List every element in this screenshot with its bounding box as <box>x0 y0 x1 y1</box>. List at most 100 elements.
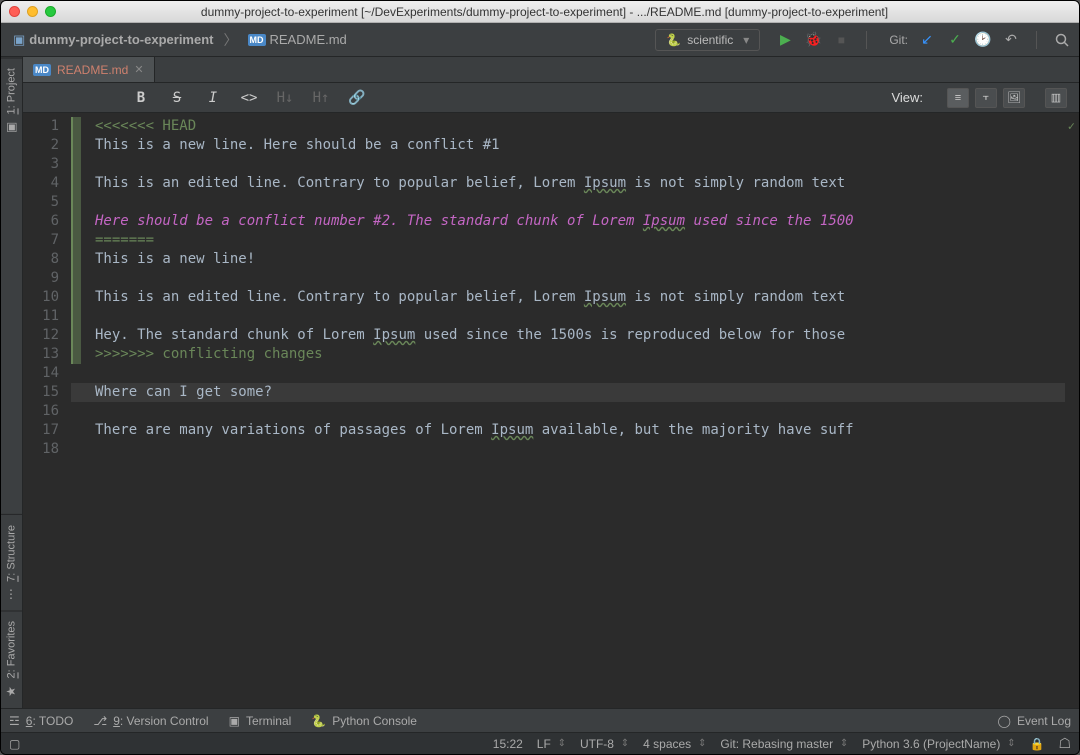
code-line[interactable] <box>71 402 1079 421</box>
event-log-label: Event Log <box>1017 714 1071 728</box>
tool-tab-structure[interactable]: ⋮ 7: Structure <box>1 514 22 610</box>
code-line[interactable]: This is an edited line. Contrary to popu… <box>71 174 1079 193</box>
ide-window: dummy-project-to-experiment [~/DevExperi… <box>0 0 1080 755</box>
search-everywhere-icon[interactable] <box>1053 31 1071 49</box>
code-text: There are many variations of passages of… <box>95 422 854 438</box>
navigation-bar: ▣ dummy-project-to-experiment 〉 MD READM… <box>1 23 1079 57</box>
code-text: Where can I get some? <box>95 384 272 400</box>
code-button[interactable]: <> <box>239 90 259 106</box>
tool-python-console[interactable]: 🐍 Python Console <box>311 714 417 728</box>
change-marker <box>71 288 81 307</box>
debug-button[interactable]: 🐞 <box>804 31 822 49</box>
left-tool-stripe: ▣ 1: Project ⋮ 7: Structure ★ 2: Favorit… <box>1 57 23 708</box>
lock-icon[interactable]: 🔒 <box>1029 737 1044 751</box>
code-line[interactable]: This is a new line. Here should be a con… <box>71 136 1079 155</box>
code-line[interactable] <box>71 155 1079 174</box>
python-icon: 🐍 <box>311 714 326 728</box>
main-area: ▣ 1: Project ⋮ 7: Structure ★ 2: Favorit… <box>1 57 1079 708</box>
tool-todo[interactable]: ☲ 6: TODO <box>9 714 73 728</box>
code-line[interactable] <box>71 440 1079 459</box>
git-commit-icon[interactable]: ✓ <box>946 31 964 49</box>
code-editor[interactable]: 123456789101112131415161718 <<<<<<< HEAD… <box>23 113 1079 708</box>
breadcrumb-file[interactable]: MD README.md <box>244 30 351 49</box>
git-history-icon[interactable]: 🕑 <box>974 31 992 49</box>
inspection-ok-icon: ✓ <box>1068 117 1075 136</box>
separator <box>866 31 867 49</box>
code-line[interactable]: >>>>>>> conflicting changes <box>71 345 1079 364</box>
view-editor-only-button[interactable]: ≡ <box>947 88 969 108</box>
line-separator[interactable]: LF ⇕ <box>537 737 566 751</box>
titlebar: dummy-project-to-experiment [~/DevExperi… <box>1 1 1079 23</box>
view-layout-button[interactable]: ▥ <box>1045 88 1067 108</box>
code-line[interactable]: ======= <box>71 231 1079 250</box>
code-line[interactable]: Here should be a conflict number #2. The… <box>71 212 1079 231</box>
code-line[interactable] <box>71 307 1079 326</box>
change-marker <box>71 174 81 193</box>
tool-version-control[interactable]: ⎇ 9: Version Control <box>93 714 208 728</box>
link-button[interactable]: 🔗 <box>347 90 367 106</box>
header-up-button[interactable]: H↑ <box>311 90 331 106</box>
markdown-file-icon: MD <box>248 34 266 46</box>
indent-info[interactable]: 4 spaces ⇕ <box>643 737 706 751</box>
tab-close-icon[interactable]: ✕ <box>134 63 143 76</box>
line-number: 15 <box>23 383 59 402</box>
project-icon: ▣ <box>5 120 19 134</box>
breadcrumb-project-label: dummy-project-to-experiment <box>29 32 213 47</box>
status-quicklist-icon[interactable]: ▢ <box>9 737 20 751</box>
code-line[interactable] <box>71 364 1079 383</box>
tool-terminal[interactable]: ▣ Terminal <box>229 714 292 728</box>
italic-button[interactable]: I <box>203 90 223 106</box>
editor-tabs: MD README.md ✕ <box>23 57 1079 83</box>
tool-tab-project-label: 1: Project <box>6 68 18 114</box>
code-line[interactable]: Where can I get some? <box>71 383 1079 402</box>
change-marker <box>71 345 81 364</box>
view-split-button[interactable]: ⫟ <box>975 88 997 108</box>
code-line[interactable]: This is a new line! <box>71 250 1079 269</box>
tool-tab-project[interactable]: ▣ 1: Project <box>1 57 22 144</box>
line-number: 16 <box>23 402 59 421</box>
change-marker <box>71 250 81 269</box>
view-preview-button[interactable]: 🖼 <box>1003 88 1025 108</box>
git-update-icon[interactable]: ↙ <box>918 31 936 49</box>
tab-filename: README.md <box>57 63 128 77</box>
tool-terminal-label: Terminal <box>246 714 291 728</box>
code-line[interactable]: Hey. The standard chunk of Lorem Ipsum u… <box>71 326 1079 345</box>
stop-button[interactable]: ■ <box>832 31 850 49</box>
editor-tab-readme[interactable]: MD README.md ✕ <box>23 57 155 82</box>
git-branch-info[interactable]: Git: Rebasing master ⇕ <box>720 737 848 751</box>
run-configuration-dropdown[interactable]: 🐍 scientific <box>655 29 760 51</box>
breadcrumb: ▣ dummy-project-to-experiment 〉 MD READM… <box>9 30 351 50</box>
python-interpreter[interactable]: Python 3.6 (ProjectName) ⇕ <box>862 737 1015 751</box>
caret-position[interactable]: 15:22 <box>493 737 523 751</box>
code-text: This is an edited line. Contrary to popu… <box>95 175 845 191</box>
run-button[interactable]: ▶ <box>776 31 794 49</box>
code-line[interactable]: There are many variations of passages of… <box>71 421 1079 440</box>
branch-icon: ⎇ <box>93 714 107 728</box>
breadcrumb-project[interactable]: ▣ dummy-project-to-experiment <box>9 30 218 50</box>
code-area[interactable]: <<<<<<< HEADThis is a new line. Here sho… <box>71 113 1079 708</box>
strikethrough-button[interactable]: S <box>167 90 187 106</box>
line-number: 12 <box>23 326 59 345</box>
line-number: 6 <box>23 212 59 231</box>
code-line[interactable] <box>71 193 1079 212</box>
change-marker <box>71 326 81 345</box>
header-down-button[interactable]: H↓ <box>275 90 295 106</box>
breadcrumb-file-label: README.md <box>270 32 347 47</box>
bold-button[interactable]: B <box>131 90 151 106</box>
tool-tab-structure-label: 7: Structure <box>6 525 18 582</box>
tool-vcs-label: 9: Version Control <box>113 714 208 728</box>
line-number: 5 <box>23 193 59 212</box>
editor-scrollbar[interactable]: ✓ <box>1065 113 1079 708</box>
code-line[interactable]: This is an edited line. Contrary to popu… <box>71 288 1079 307</box>
event-log[interactable]: ◯ Event Log <box>998 714 1071 728</box>
run-config-name: scientific <box>687 33 733 47</box>
code-line[interactable]: <<<<<<< HEAD <box>71 117 1079 136</box>
line-number: 11 <box>23 307 59 326</box>
code-line[interactable] <box>71 269 1079 288</box>
file-encoding[interactable]: UTF-8 ⇕ <box>580 737 629 751</box>
hector-icon[interactable]: ☖ <box>1058 735 1071 752</box>
tool-tab-favorites[interactable]: ★ 2: Favorites <box>1 610 22 708</box>
git-rollback-icon[interactable]: ↶ <box>1002 31 1020 49</box>
todo-icon: ☲ <box>9 714 20 728</box>
window-title: dummy-project-to-experiment [~/DevExperi… <box>18 5 1071 19</box>
